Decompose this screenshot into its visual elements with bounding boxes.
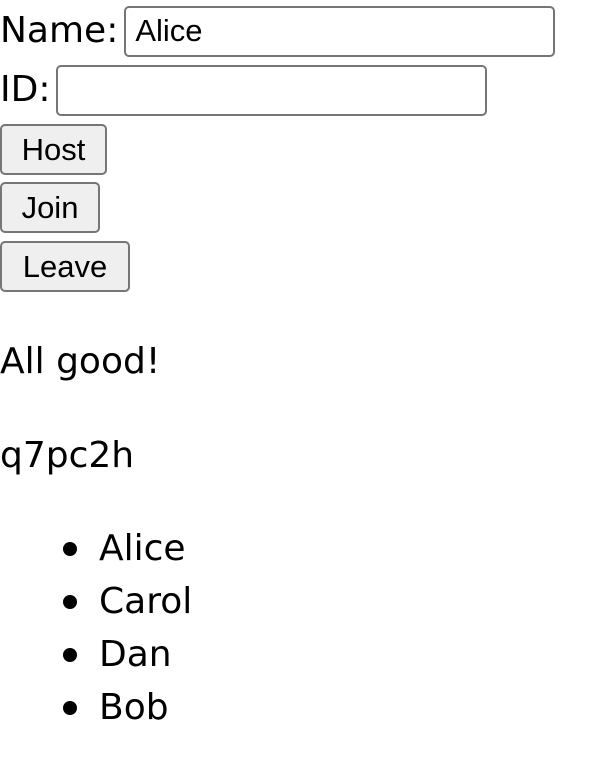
id-input[interactable] (56, 64, 488, 116)
bullet-icon (63, 701, 77, 715)
bullet-icon (63, 648, 77, 662)
name-input[interactable] (124, 5, 556, 57)
player-name: Dan (99, 634, 172, 675)
player-name: Alice (99, 528, 186, 569)
player-name: Bob (99, 687, 169, 728)
bullet-icon (63, 542, 77, 556)
id-label: ID: (0, 69, 51, 110)
player-list: Alice Carol Dan Bob (0, 526, 192, 738)
list-item: Carol (0, 579, 192, 632)
host-button[interactable]: Host (0, 124, 107, 175)
name-label: Name: (0, 10, 119, 51)
list-item: Alice (0, 526, 192, 579)
player-name: Carol (99, 581, 193, 622)
status-message: All good! (0, 341, 161, 382)
room-id-text: q7pc2h (0, 435, 135, 476)
bullet-icon (63, 595, 77, 609)
join-button[interactable]: Join (0, 182, 100, 233)
list-item: Dan (0, 632, 192, 685)
name-row: Name: (0, 4, 556, 58)
leave-button[interactable]: Leave (0, 241, 130, 292)
list-item: Bob (0, 685, 192, 738)
id-row: ID: (0, 63, 488, 117)
